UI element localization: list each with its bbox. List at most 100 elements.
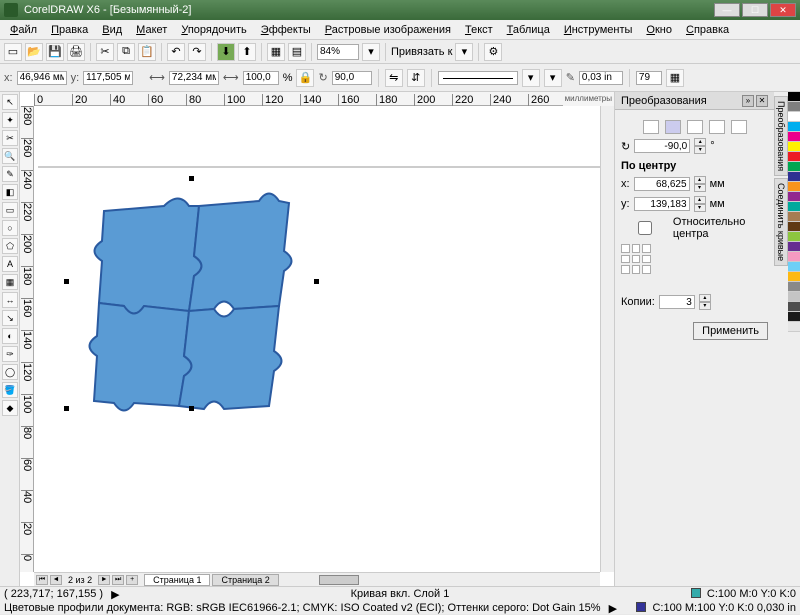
wrap-icon[interactable]: ▦ (666, 69, 684, 87)
transform-scale-icon[interactable] (687, 120, 703, 134)
welcome-icon[interactable]: ▤ (288, 43, 306, 61)
selection-handle[interactable] (189, 406, 194, 411)
scale-x-input[interactable] (243, 71, 279, 85)
pos-y-input[interactable] (83, 71, 133, 85)
new-icon[interactable]: ▭ (4, 43, 22, 61)
color-swatch[interactable] (788, 192, 800, 202)
selection-handle[interactable] (64, 406, 69, 411)
center-x-input[interactable] (634, 177, 690, 191)
page-tab[interactable]: Страница 2 (212, 574, 278, 586)
shape-tool-icon[interactable]: ✦ (2, 112, 18, 128)
print-icon[interactable]: 🖨 (67, 43, 85, 61)
crop-tool-icon[interactable]: ✂ (2, 130, 18, 146)
eyedropper-tool-icon[interactable]: ✑ (2, 346, 18, 362)
canvas-area[interactable]: 0204060801001201401601802002202402602803… (20, 92, 614, 586)
color-swatch[interactable] (788, 152, 800, 162)
outline-tool-icon[interactable]: ◯ (2, 364, 18, 380)
angle-input[interactable] (634, 139, 690, 153)
save-icon[interactable]: 💾 (46, 43, 64, 61)
color-swatch[interactable] (788, 102, 800, 112)
canvas[interactable] (34, 106, 600, 572)
transform-rotate-icon[interactable] (665, 120, 681, 134)
color-swatch[interactable] (788, 262, 800, 272)
import-icon[interactable]: ⬇ (217, 43, 235, 61)
menu-Эффекты[interactable]: Эффекты (255, 22, 317, 38)
selection-handle[interactable] (314, 279, 319, 284)
export-icon[interactable]: ⬆ (238, 43, 256, 61)
effects-tool-icon[interactable]: ◐ (2, 328, 18, 344)
prev-page-button[interactable]: ◄ (50, 575, 62, 585)
fill-tool-icon[interactable]: 🪣 (2, 382, 18, 398)
rectangle-tool-icon[interactable]: ▭ (2, 202, 18, 218)
docker-tab[interactable]: Преобразования (774, 96, 788, 176)
relative-center-checkbox[interactable] (621, 221, 669, 235)
connector-tool-icon[interactable]: ↘ (2, 310, 18, 326)
color-swatch[interactable] (788, 92, 800, 102)
redo-icon[interactable]: ↷ (188, 43, 206, 61)
lock-ratio-icon[interactable]: 🔒 (296, 69, 314, 87)
add-page-button[interactable]: + (126, 575, 138, 585)
menu-Макет[interactable]: Макет (130, 22, 173, 38)
color-swatch[interactable] (788, 202, 800, 212)
table-tool-icon[interactable]: ▦ (2, 274, 18, 290)
interactive-fill-icon[interactable]: ◆ (2, 400, 18, 416)
cut-icon[interactable]: ✂ (96, 43, 114, 61)
first-page-button[interactable]: ⏮ (36, 575, 48, 585)
menu-Текст[interactable]: Текст (459, 22, 499, 38)
pick-tool-icon[interactable]: ↖ (2, 94, 18, 110)
other-input[interactable] (636, 71, 662, 85)
menu-Инструменты[interactable]: Инструменты (558, 22, 639, 38)
outline-indicator-icon[interactable] (636, 602, 646, 612)
text-tool-icon[interactable]: A (2, 256, 18, 272)
page-tab[interactable]: Страница 1 (144, 574, 210, 586)
polygon-tool-icon[interactable]: ⬠ (2, 238, 18, 254)
scrollbar-vertical[interactable] (600, 106, 614, 572)
transform-size-icon[interactable] (709, 120, 725, 134)
menu-Правка[interactable]: Правка (45, 22, 94, 38)
menu-Таблица[interactable]: Таблица (501, 22, 556, 38)
color-swatch[interactable] (788, 132, 800, 142)
line-start-icon[interactable]: ▾ (522, 69, 540, 87)
menu-Упорядочить[interactable]: Упорядочить (175, 22, 252, 38)
docker-tab[interactable]: Соединить кривые (774, 178, 788, 266)
outline-width-input[interactable] (579, 71, 623, 85)
mirror-v-icon[interactable]: ⇵ (407, 69, 425, 87)
transform-position-icon[interactable] (643, 120, 659, 134)
width-input[interactable] (169, 71, 219, 85)
next-page-button[interactable]: ► (98, 575, 110, 585)
menu-Окно[interactable]: Окно (640, 22, 678, 38)
color-swatch[interactable] (788, 142, 800, 152)
menu-Вид[interactable]: Вид (96, 22, 128, 38)
zoom-dropdown-icon[interactable]: ▾ (362, 43, 380, 61)
mirror-h-icon[interactable]: ⇋ (385, 69, 403, 87)
copies-input[interactable] (659, 295, 695, 309)
app-launcher-icon[interactable]: ▦ (267, 43, 285, 61)
color-swatch[interactable] (788, 272, 800, 282)
maximize-button[interactable]: ☐ (742, 3, 768, 17)
color-swatch[interactable] (788, 162, 800, 172)
color-swatch[interactable] (788, 112, 800, 122)
zoom-input[interactable] (317, 44, 359, 60)
menu-Файл[interactable]: Файл (4, 22, 43, 38)
color-swatch[interactable] (788, 182, 800, 192)
anchor-grid[interactable] (621, 244, 651, 274)
undo-icon[interactable]: ↶ (167, 43, 185, 61)
color-swatch[interactable] (788, 282, 800, 292)
close-button[interactable]: ✕ (770, 3, 796, 17)
selection-handle[interactable] (189, 176, 194, 181)
pos-x-input[interactable] (17, 71, 67, 85)
color-swatch[interactable] (788, 302, 800, 312)
apply-button[interactable]: Применить (693, 322, 768, 340)
dimension-tool-icon[interactable]: ↔ (2, 292, 18, 308)
zoom-tool-icon[interactable]: 🔍 (2, 148, 18, 164)
open-icon[interactable]: 📂 (25, 43, 43, 61)
color-swatch[interactable] (788, 252, 800, 262)
color-swatch[interactable] (788, 232, 800, 242)
angle-spinner[interactable]: ▴▾ (694, 138, 706, 154)
color-swatch[interactable] (788, 212, 800, 222)
color-swatch[interactable] (788, 122, 800, 132)
copy-icon[interactable]: ⧉ (117, 43, 135, 61)
y-spinner[interactable]: ▴▾ (694, 196, 706, 212)
last-page-button[interactable]: ⏭ (112, 575, 124, 585)
copies-spinner[interactable]: ▴▾ (699, 294, 711, 310)
